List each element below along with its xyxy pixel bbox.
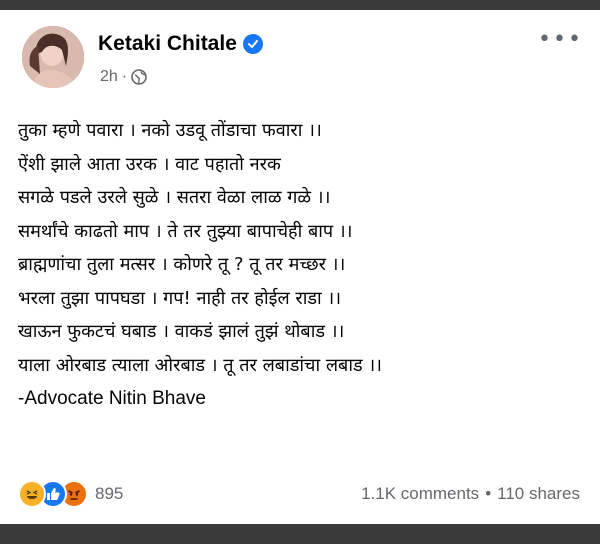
post-meta: 2h · <box>100 68 147 86</box>
post-card: Ketaki Chitale 2h · ••• तुका म्हणे पवारा… <box>0 10 600 524</box>
reaction-count: 895 <box>95 484 124 503</box>
stats-bullet: • <box>485 484 492 503</box>
post-line: सगळे पडले उरले सुळे । सतरा वेळा लाळ गळे … <box>18 187 331 208</box>
engagement-stats: 1.1K comments • 110 shares <box>361 484 580 504</box>
post-timestamp[interactable]: 2h <box>100 68 118 86</box>
post-line: भरला तुझा पापघडा । गप! नाही तर होईल राडा… <box>18 287 342 309</box>
author-name[interactable]: Ketaki Chitale <box>98 32 237 56</box>
author-row: Ketaki Chitale <box>98 32 263 56</box>
haha-reaction-icon <box>18 480 46 508</box>
post-signature: -Advocate Nitin Bhave <box>18 388 206 409</box>
comments-count[interactable]: 1.1K comments <box>361 484 479 504</box>
verified-badge-icon <box>242 34 263 54</box>
post-line: ब्राह्मणांचा तुला मत्सर । कोणरे तू ? तू … <box>18 254 346 275</box>
shares-count[interactable]: 110 shares <box>497 484 580 504</box>
post-body: तुका म्हणे पवारा । नको उडवू तोंडाचा फवार… <box>18 114 588 416</box>
post-line: तुका म्हणे पवारा । नको उडवू तोंडाचा फवार… <box>18 120 322 141</box>
avatar-image <box>22 26 84 88</box>
avatar[interactable] <box>22 26 84 88</box>
more-options-icon[interactable]: ••• <box>538 29 581 51</box>
post-line: ऐंशी झाले आता उरक । वाट पहातो नरक <box>18 153 281 175</box>
globe-icon <box>131 69 147 85</box>
reactions-summary[interactable]: 895 <box>18 480 123 508</box>
meta-separator: · <box>121 68 128 85</box>
post-line: खाऊन फुकटचं घबाड । वाकडं झालं तुझं थोबाड… <box>18 321 345 342</box>
post-line: याला ओरबाड त्याला ओरबाड । तू तर लबाडांचा… <box>18 354 382 376</box>
post-line: समर्थांचे काढतो माप । ते तर तुझ्या बापाच… <box>18 220 353 242</box>
